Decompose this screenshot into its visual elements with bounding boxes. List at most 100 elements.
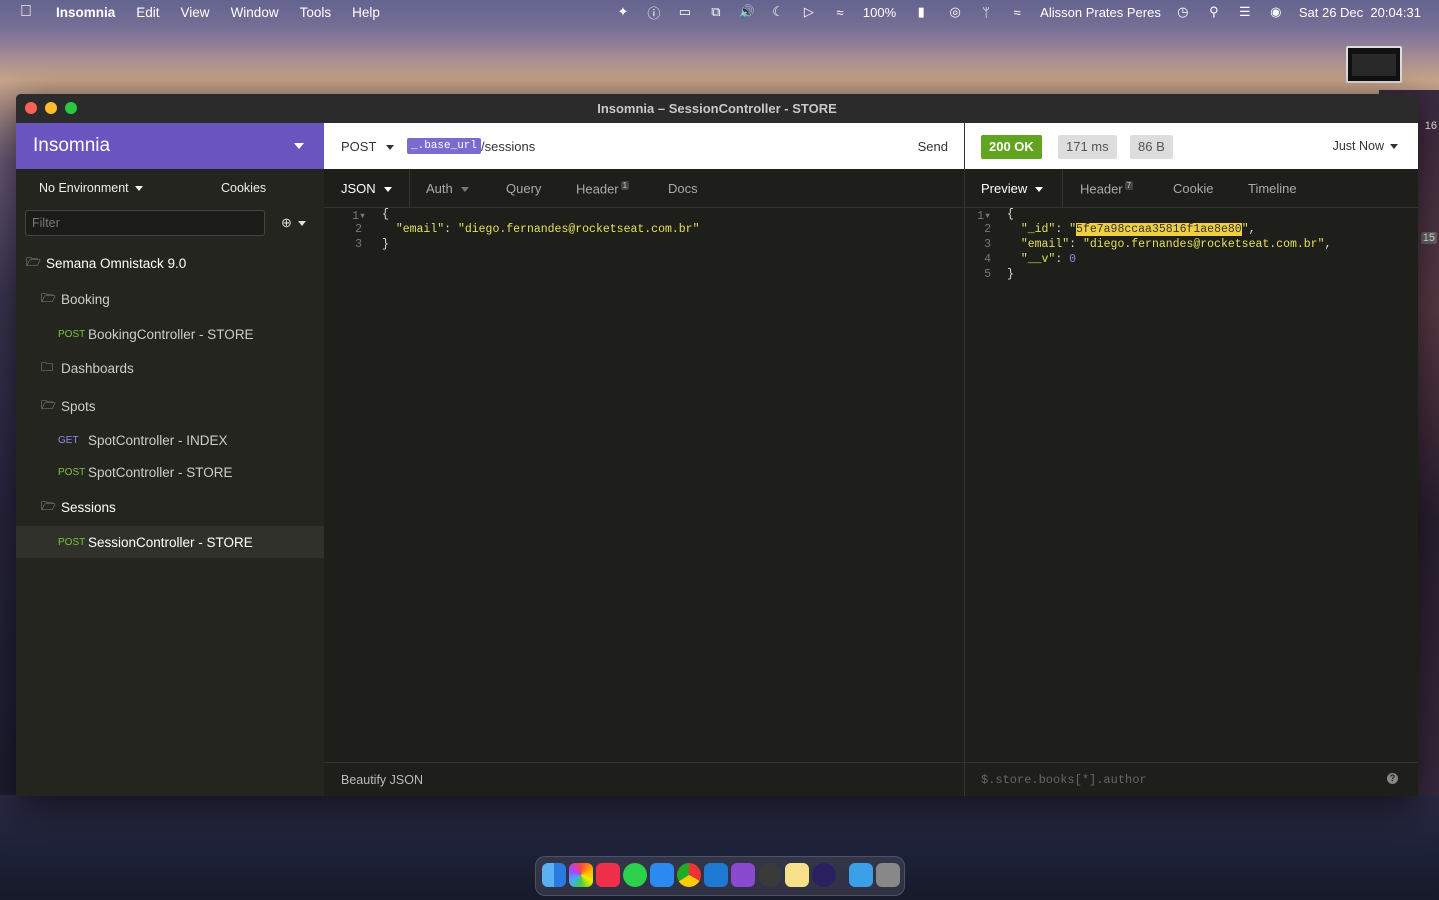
tab-response-header[interactable]: Header 7	[1080, 181, 1134, 197]
menu-app-name[interactable]: Insomnia	[56, 5, 115, 20]
json-key: "_id"	[1020, 223, 1056, 236]
workspace-folder[interactable]: 🗁 Semana Omnistack 9.0	[16, 247, 334, 279]
line-number: 2	[984, 223, 991, 236]
tab-auth[interactable]: Auth	[426, 181, 469, 196]
finder-icon[interactable]	[542, 863, 566, 887]
battery-icon[interactable]: ▮	[909, 4, 933, 19]
workspace-menu[interactable]: Insomnia	[16, 123, 324, 169]
tab-cookie[interactable]: Cookie	[1173, 181, 1213, 196]
battery-percent[interactable]: 100%	[863, 5, 896, 20]
method-dropdown[interactable]: POST	[341, 139, 395, 154]
line-number: 3	[355, 238, 362, 251]
airdrop-icon[interactable]: ◎	[946, 4, 964, 19]
add-item-button[interactable]: ⊕	[281, 215, 306, 231]
base-url-variable-tag[interactable]: _.base_url	[407, 138, 482, 154]
tab-body-json[interactable]: JSON	[341, 181, 392, 196]
menu-view[interactable]: View	[181, 5, 210, 20]
folder-open-icon: 🗁	[41, 290, 56, 305]
user-name[interactable]: Alisson Prates Peres	[1040, 5, 1161, 20]
photos-icon[interactable]	[569, 863, 593, 887]
folder-open-icon: 🗁	[41, 397, 56, 412]
apple-icon[interactable]: 	[20, 3, 38, 21]
tab-query[interactable]: Query	[506, 181, 541, 196]
moon-icon[interactable]: ☾	[769, 4, 787, 19]
downloads-folder-icon[interactable]	[849, 863, 873, 887]
request-booking-store[interactable]: POST BookingController - STORE	[16, 318, 366, 350]
menu-window[interactable]: Window	[231, 5, 279, 20]
json-string: "5fe7a98ccaa35816f1ae8e80"	[1069, 223, 1249, 236]
volume-icon[interactable]: 🔊	[738, 4, 756, 19]
url-bar: POST _.base_url /sessions Send	[324, 123, 964, 169]
tab-preview[interactable]: Preview	[981, 181, 1044, 196]
scanner-icon[interactable]	[758, 863, 782, 887]
whatsapp-icon[interactable]	[623, 863, 647, 887]
chrome-icon[interactable]	[677, 863, 701, 887]
notes-icon[interactable]	[785, 863, 809, 887]
line-number: 5	[984, 268, 991, 281]
chevron-down-icon	[294, 143, 304, 149]
history-label: Just Now	[1332, 139, 1384, 153]
display-icon[interactable]: ▭	[676, 4, 694, 19]
caret-down-icon	[386, 145, 395, 151]
tools-icon[interactable]: ✦	[614, 4, 632, 19]
trash-icon[interactable]	[876, 863, 900, 887]
environment-dropdown[interactable]: No Environment	[39, 181, 143, 195]
music-icon[interactable]	[596, 863, 620, 887]
menu-edit[interactable]: Edit	[136, 5, 159, 20]
send-button[interactable]: Send	[918, 139, 948, 154]
github-desktop-icon[interactable]	[731, 863, 755, 887]
clock[interactable]: Sat 26 Dec 20:04:31	[1299, 5, 1421, 20]
request-spot-index[interactable]: GET SpotController - INDEX	[16, 424, 366, 456]
cookies-button[interactable]: Cookies	[221, 181, 266, 195]
menu-tools[interactable]: Tools	[300, 5, 332, 20]
tab-label: Auth	[426, 181, 453, 196]
folder-label: Sessions	[61, 499, 116, 515]
response-status-bar: 200 OK 171 ms 86 B Just Now	[965, 123, 1418, 169]
safari-icon[interactable]	[650, 863, 674, 887]
menu-bar:  Insomnia Edit View Window Tools Help ✦…	[0, 0, 1439, 24]
bluetooth-icon[interactable]: ᛘ	[977, 5, 995, 20]
tab-label: Header	[1080, 181, 1123, 197]
play-icon[interactable]: ▷	[800, 4, 818, 19]
code-line: 2 "email": "diego.fernandes@rocketseat.c…	[324, 223, 964, 238]
filter-input[interactable]	[25, 210, 265, 236]
folder-sessions[interactable]: 🗁 Sessions	[16, 491, 349, 523]
tab-docs[interactable]: Docs	[668, 181, 698, 196]
response-filter-input[interactable]: $.store.books[*].author	[981, 773, 1147, 787]
folder-spots[interactable]: 🗁 Spots	[16, 390, 349, 422]
code-line: 3 "email": "diego.fernandes@rocketseat.c…	[965, 238, 1418, 253]
siri-icon[interactable]: ◉	[1267, 4, 1285, 19]
tab-label: JSON	[341, 181, 376, 196]
accessibility-icon[interactable]: ⓘ	[645, 5, 663, 21]
screen-mirror-icon[interactable]: ⧉	[707, 4, 725, 19]
folder-label: Spots	[61, 398, 96, 414]
request-session-store[interactable]: POST SessionController - STORE	[16, 526, 366, 558]
method-label: POST	[341, 139, 377, 154]
menu-help[interactable]: Help	[352, 5, 380, 20]
url-path-input[interactable]: /sessions	[481, 139, 535, 154]
caret-down-icon	[134, 186, 143, 192]
spotlight-search-icon[interactable]: ⚲	[1205, 4, 1223, 19]
beautify-json-button[interactable]: Beautify JSON	[341, 773, 423, 787]
title-bar: Insomnia – SessionController - STORE	[16, 94, 1418, 124]
control-center-icon[interactable]: ☰	[1236, 4, 1254, 19]
request-footer: Beautify JSON	[324, 762, 964, 796]
screenshot-thumbnail[interactable]	[1346, 46, 1402, 83]
help-icon[interactable]: ?	[1387, 773, 1398, 784]
folder-dashboards[interactable]: 🗀 Dashboards	[16, 352, 349, 384]
wifi-icon[interactable]: ≈	[1008, 5, 1026, 20]
tab-timeline[interactable]: Timeline	[1248, 181, 1297, 196]
activity-icon[interactable]: ≈	[831, 5, 849, 20]
request-spot-store[interactable]: POST SpotController - STORE	[16, 456, 366, 488]
vscode-icon[interactable]	[704, 863, 728, 887]
request-body-editor[interactable]: 1▾ { 2 "email": "diego.fernandes@rocketse…	[324, 208, 964, 253]
response-body-viewer[interactable]: 1▾ { 2 "_id": "5fe7a98ccaa35816f1ae8e80",…	[965, 208, 1418, 283]
header-count-badge: 1	[620, 181, 630, 190]
tab-label: Header	[576, 181, 619, 197]
tab-header[interactable]: Header 1	[576, 181, 630, 197]
history-dropdown[interactable]: Just Now	[1333, 139, 1398, 153]
folder-booking[interactable]: 🗁 Booking	[16, 283, 349, 315]
insomnia-dock-icon[interactable]	[812, 863, 836, 887]
line-number: 1▾	[977, 210, 991, 223]
time-machine-icon[interactable]: ◷	[1174, 4, 1192, 19]
